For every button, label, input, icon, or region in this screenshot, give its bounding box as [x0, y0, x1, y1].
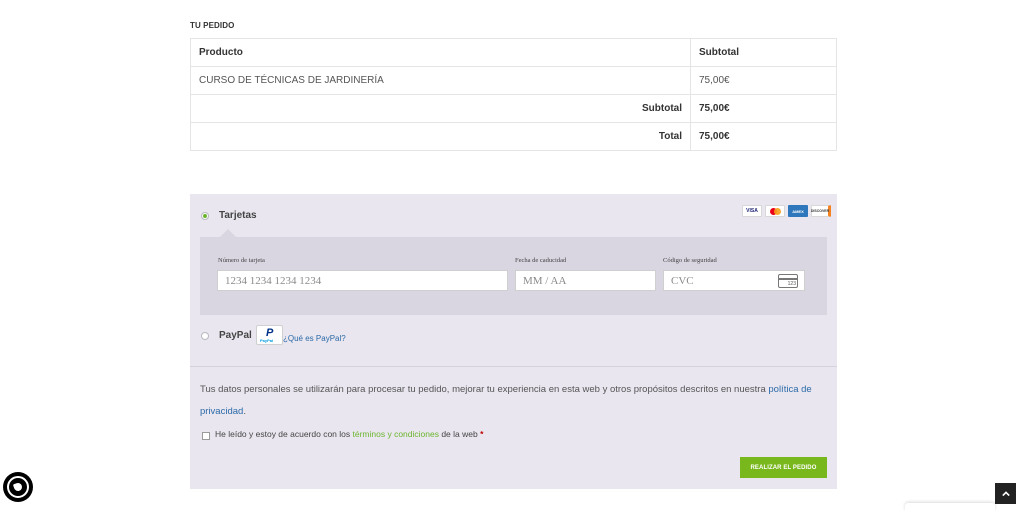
- paypal-logo-text: PayPal: [260, 338, 274, 343]
- card-method-radio[interactable]: [201, 212, 209, 220]
- divider: [190, 366, 837, 367]
- total-label: Total: [190, 122, 691, 151]
- order-table: Producto Subtotal CURSO DE TÉCNICAS DE J…: [190, 38, 837, 151]
- subtotal-row: Subtotal 75,00€: [190, 94, 837, 123]
- table-row: CURSO DE TÉCNICAS DE JARDINERÍA 75,00€: [190, 66, 837, 95]
- discover-icon: DISCOVER: [811, 205, 831, 217]
- scroll-top-button[interactable]: [995, 483, 1016, 504]
- terms-label: He leído y estoy de acuerdo con los térm…: [215, 429, 483, 439]
- privacy-notice: Tus datos personales se utilizarán para …: [200, 379, 830, 423]
- card-method-label[interactable]: Tarjetas: [219, 210, 257, 221]
- mastercard-icon: [765, 205, 785, 217]
- visa-icon: VISA: [742, 205, 762, 217]
- card-number-input[interactable]: 1234 1234 1234 1234: [217, 270, 508, 291]
- card-brand-icons: VISA AMEX DISCOVER: [742, 205, 831, 217]
- subtotal-value: 75,00€: [690, 94, 837, 123]
- table-header-row: Producto Subtotal: [190, 38, 837, 67]
- expiry-input[interactable]: MM / AA: [515, 270, 656, 291]
- cvc-input[interactable]: CVC 123: [663, 270, 805, 291]
- paypal-logo: P PayPal: [256, 325, 283, 345]
- card-number-label: Número de tarjeta: [218, 257, 265, 264]
- credit-card-icon: 123: [778, 274, 798, 288]
- product-name: CURSO DE TÉCNICAS DE JARDINERÍA: [190, 66, 691, 95]
- card-form-panel: Número de tarjeta 1234 1234 1234 1234 Fe…: [200, 229, 827, 315]
- required-marker: *: [480, 429, 484, 439]
- bottom-widget-edge: [905, 503, 995, 511]
- chevron-up-icon: [1001, 490, 1010, 496]
- cvc-icon-text: 123: [787, 281, 796, 287]
- cvc-placeholder: CVC: [671, 274, 694, 287]
- expiry-label: Fecha de caducidad: [515, 257, 567, 264]
- terms-suffix: de la web: [438, 429, 481, 439]
- paypal-method-radio[interactable]: [201, 332, 209, 340]
- terms-link[interactable]: términos y condiciones: [353, 429, 439, 439]
- header-subtotal: Subtotal: [690, 38, 837, 67]
- paypal-method-label[interactable]: PayPal: [219, 330, 252, 341]
- subtotal-label: Subtotal: [190, 94, 691, 123]
- total-value: 75,00€: [690, 122, 837, 151]
- privacy-text: Tus datos personales se utilizarán para …: [200, 384, 769, 395]
- product-amount: 75,00€: [690, 66, 837, 95]
- amex-icon: AMEX: [788, 205, 808, 217]
- cvc-label: Código de seguridad: [663, 257, 717, 264]
- what-is-paypal-link[interactable]: ¿Qué es PayPal?: [283, 334, 346, 343]
- whatsapp-icon[interactable]: [3, 472, 33, 502]
- payment-box: Tarjetas VISA AMEX DISCOVER Número de ta…: [190, 194, 837, 489]
- terms-prefix: He leído y estoy de acuerdo con los: [215, 429, 353, 439]
- header-product: Producto: [190, 38, 691, 67]
- place-order-button[interactable]: REALIZAR EL PEDIDO: [740, 457, 827, 478]
- terms-checkbox[interactable]: [202, 432, 210, 440]
- order-section-title: TU PEDIDO: [190, 21, 235, 30]
- total-row: Total 75,00€: [190, 122, 837, 151]
- privacy-end: .: [243, 406, 246, 417]
